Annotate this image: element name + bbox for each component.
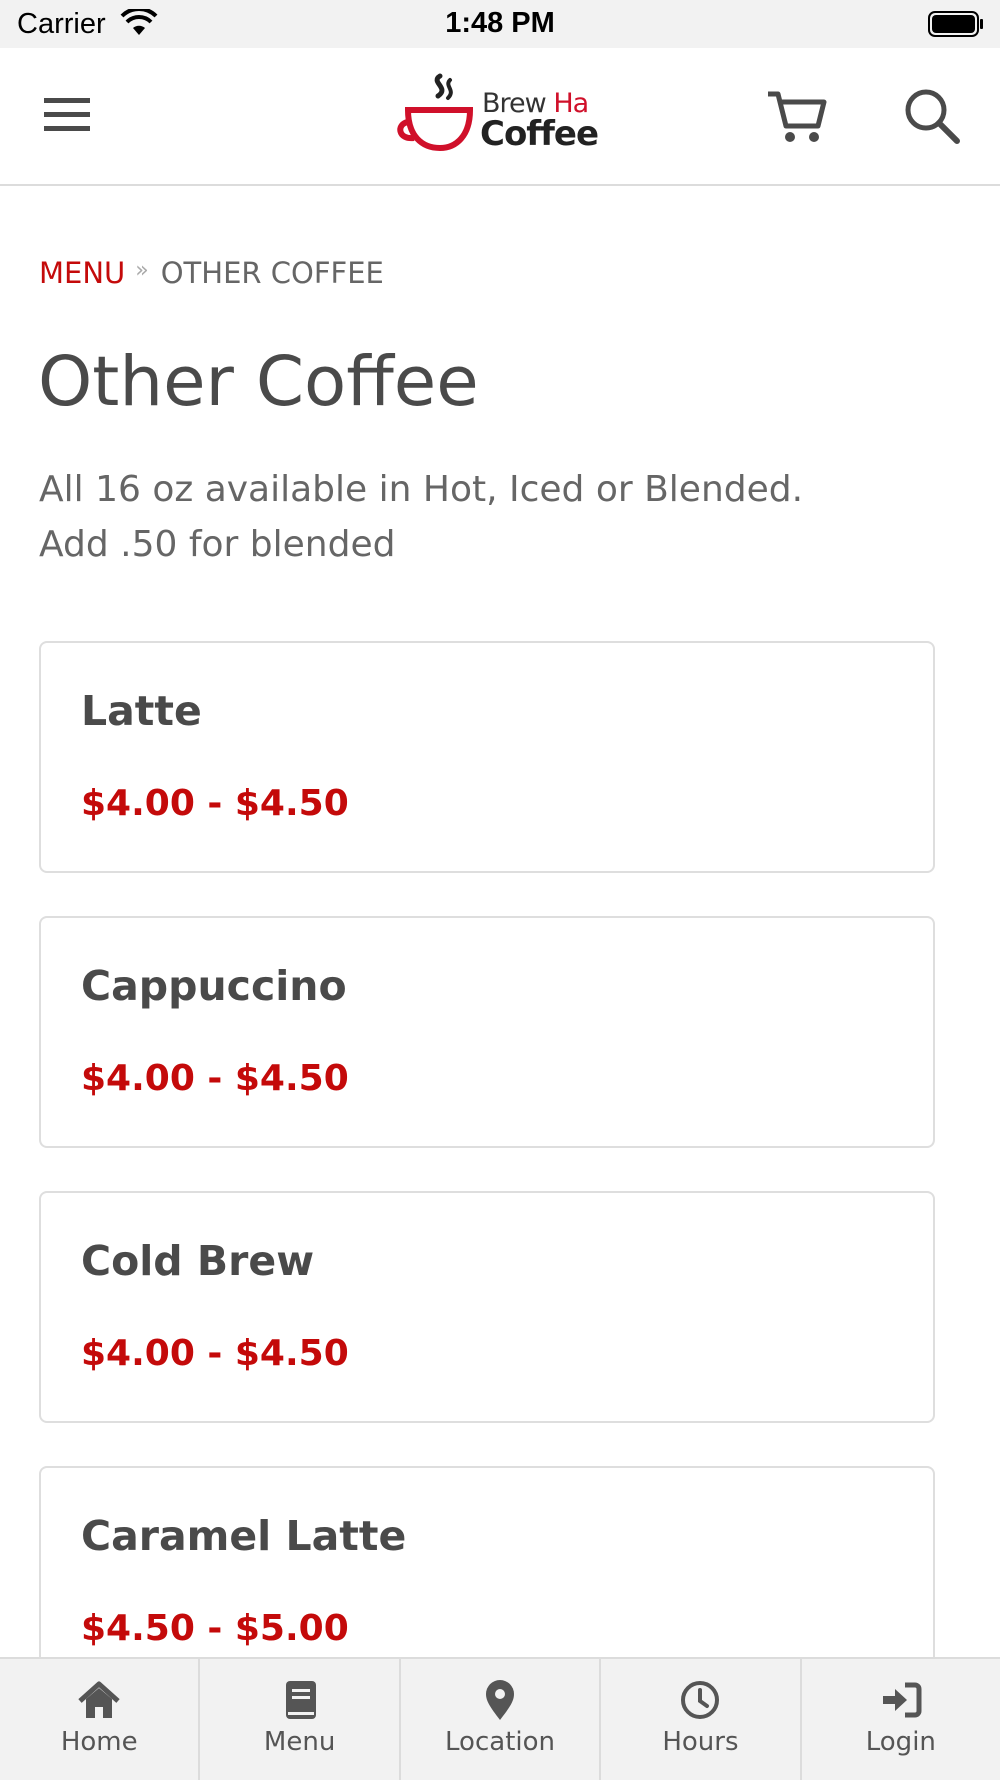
tab-label: Menu <box>263 1727 336 1757</box>
battery-icon <box>928 11 983 37</box>
coffee-cup-logo-icon <box>397 73 474 152</box>
tab-label: Hours <box>662 1727 739 1757</box>
menu-item-price: $4.00 - $4.50 <box>81 1058 349 1099</box>
login-icon <box>882 1682 922 1718</box>
bottom-tab-bar: Home Menu Location Hours Login <box>0 1657 1000 1780</box>
category-description: All 16 oz available in Hot, Iced or Blen… <box>39 462 939 572</box>
status-time: 1:48 PM <box>445 7 555 39</box>
breadcrumb-current: OTHER COFFEE <box>160 256 384 290</box>
tab-menu[interactable]: Menu <box>200 1659 401 1780</box>
menu-item-name: Caramel Latte <box>81 1512 407 1560</box>
menu-item-card-cold-brew[interactable]: Cold Brew $4.00 - $4.50 <box>39 1191 935 1423</box>
breadcrumb: MENU » OTHER COFFEE <box>39 256 384 290</box>
tab-hours[interactable]: Hours <box>601 1659 802 1780</box>
menu-item-price: $4.00 - $4.50 <box>81 783 349 824</box>
page-title: Other Coffee <box>38 342 479 422</box>
menu-item-card-latte[interactable]: Latte $4.00 - $4.50 <box>39 641 935 873</box>
description-line: All 16 oz available in Hot, Iced or Blen… <box>39 469 804 510</box>
cart-icon[interactable] <box>766 86 828 146</box>
home-icon <box>78 1681 120 1718</box>
map-pin-icon <box>486 1680 515 1720</box>
breadcrumb-menu-link[interactable]: MENU <box>39 256 125 290</box>
menu-item-price: $4.50 - $5.00 <box>81 1608 349 1649</box>
hamburger-menu-icon[interactable] <box>38 90 96 140</box>
brand-logo[interactable]: Brew Ha Coffee <box>394 70 599 162</box>
clock-icon <box>681 1681 720 1719</box>
menu-item-name: Latte <box>81 687 202 735</box>
app-header: Brew Ha Coffee <box>0 48 1000 186</box>
tab-label: Location <box>445 1727 555 1757</box>
tab-home[interactable]: Home <box>0 1659 201 1780</box>
tab-label: Login <box>865 1727 936 1757</box>
tab-location[interactable]: Location <box>401 1659 602 1780</box>
menu-item-name: Cappuccino <box>81 962 347 1010</box>
breadcrumb-separator: » <box>135 258 149 283</box>
description-line: Add .50 for blended <box>39 524 396 565</box>
menu-item-price: $4.00 - $4.50 <box>81 1333 349 1374</box>
search-icon[interactable] <box>902 86 962 146</box>
menu-item-card-cappuccino[interactable]: Cappuccino $4.00 - $4.50 <box>39 916 935 1148</box>
menu-item-name: Cold Brew <box>81 1237 315 1285</box>
status-bar: Carrier 1:48 PM <box>0 0 1000 48</box>
logo-text-coffee: Coffee <box>480 114 599 154</box>
tab-login[interactable]: Login <box>802 1659 1000 1780</box>
tab-label: Home <box>60 1727 138 1757</box>
book-icon <box>285 1681 316 1719</box>
